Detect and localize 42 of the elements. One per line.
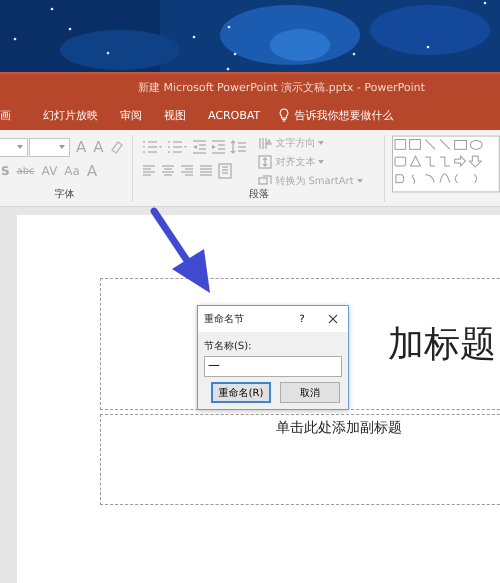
- align-icon[interactable]: [161, 164, 176, 178]
- group-label: 字体: [54, 188, 76, 201]
- ribbon-tab[interactable]: 视图: [153, 100, 197, 130]
- columns-icon[interactable]: [218, 163, 232, 179]
- font-size-dropdown[interactable]: [29, 138, 70, 156]
- window-title: 新建 Microsoft PowerPoint 演示文稿.pptx - PowerPoint: [138, 80, 425, 94]
- caret-icon: [17, 145, 23, 149]
- lightbulb-icon: [279, 108, 290, 122]
- bullet-list-icon[interactable]: [142, 140, 162, 154]
- align-text-icon: [258, 155, 272, 169]
- command-label: 对齐文本: [275, 156, 316, 169]
- ribbon-tab[interactable]: ACROBAT: [197, 100, 272, 130]
- dialog-button[interactable]: 取消: [280, 382, 340, 403]
- align-icon[interactable]: [180, 164, 194, 178]
- decrease-indent-icon[interactable]: [192, 140, 206, 154]
- help-button[interactable]: ?: [296, 314, 308, 324]
- input-field[interactable]: 一: [204, 356, 342, 377]
- caret-icon: [59, 145, 65, 149]
- ribbon-tab[interactable]: 幻灯片放映: [32, 100, 109, 130]
- group-label: 段落: [248, 188, 270, 201]
- eraser-icon: [110, 140, 124, 154]
- subtitle-text: 单击此处添加副标题: [276, 420, 402, 436]
- caret-icon: [356, 179, 363, 183]
- font-name-dropdown[interactable]: [0, 138, 28, 156]
- shapes-gallery[interactable]: [392, 135, 500, 193]
- dialog-button[interactable]: 重命名(R): [211, 382, 271, 403]
- command-label: 转换为 SmartArt: [275, 174, 354, 188]
- field-label: 节名称(S):: [204, 340, 253, 353]
- caret-icon: [318, 160, 324, 164]
- close-icon: [328, 314, 338, 324]
- align-icon[interactable]: [142, 164, 156, 178]
- caret-icon: [318, 141, 324, 145]
- text-direction-icon: [258, 136, 272, 150]
- increase-indent-icon[interactable]: [211, 140, 226, 154]
- ribbon-tab[interactable]: 审阅: [109, 100, 153, 130]
- command-label: 文字方向: [275, 136, 316, 150]
- align-icon[interactable]: [199, 164, 214, 178]
- numbered-list-icon[interactable]: [167, 140, 188, 154]
- title-text: 加标题: [388, 322, 496, 366]
- ribbon-tab[interactable]: 画: [0, 100, 22, 130]
- dialog-title: 重命名节: [204, 312, 245, 326]
- subtitle-placeholder[interactable]: 单击此处添加副标题: [100, 414, 500, 505]
